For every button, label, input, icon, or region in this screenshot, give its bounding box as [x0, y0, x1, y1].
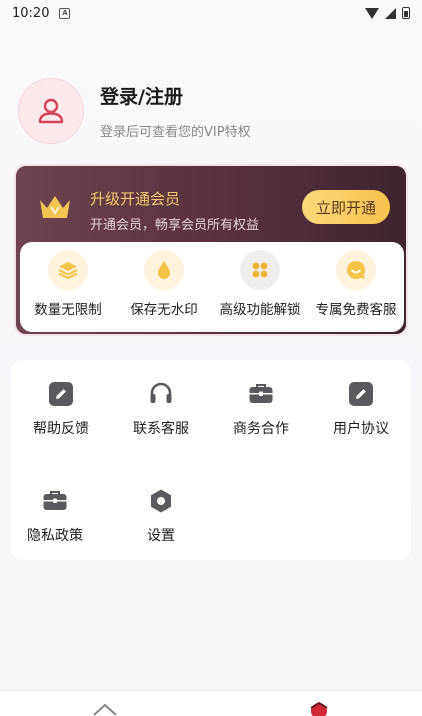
bottom-nav	[0, 690, 422, 716]
smile-chat-icon	[347, 261, 366, 279]
avatar[interactable]	[18, 78, 84, 144]
business-cooperation-item[interactable]: 商务合作	[211, 380, 311, 438]
perk-unlimited: 数量无限制	[24, 250, 112, 332]
briefcase-icon	[249, 384, 273, 403]
service-label: 联系客服	[133, 421, 189, 437]
service-label: 用户协议	[333, 421, 389, 437]
service-label: 商务合作	[233, 421, 289, 437]
status-icons	[365, 7, 410, 19]
perk-support: 专属免费客服	[312, 250, 400, 332]
settings-icon	[151, 489, 171, 513]
status-bar: 10:20 A	[0, 0, 422, 26]
profile-icon	[310, 701, 328, 716]
perk-label: 数量无限制	[34, 302, 102, 318]
login-register-title[interactable]: 登录/注册	[100, 82, 251, 109]
login-hint: 登录后可查看您的VIP特权	[100, 125, 251, 140]
service-label: 隐私政策	[27, 528, 83, 544]
perk-label: 专属免费客服	[315, 302, 397, 318]
service-label: 设置	[147, 528, 175, 544]
user-agreement-item[interactable]: 用户协议	[311, 380, 411, 438]
notification-icon: A	[59, 7, 71, 19]
privacy-policy-item[interactable]: 隐私政策	[5, 487, 105, 545]
user-icon	[38, 98, 64, 124]
contact-support-item[interactable]: 联系客服	[111, 380, 211, 438]
edit-icon	[49, 382, 73, 406]
battery-icon	[402, 7, 410, 19]
profile-header[interactable]: 登录/注册 登录后可查看您的VIP特权	[18, 78, 251, 144]
edit-icon	[349, 382, 373, 406]
services-panel: 帮助反馈 联系客服 商务合作 用户协议 隐私政策 设置	[11, 360, 411, 560]
nav-mine[interactable]	[306, 699, 332, 716]
perk-label: 高级功能解锁	[219, 302, 301, 318]
vip-card: 升级开通会员 开通会员，畅享会员所有权益 立即开通 数量无限制 保存无水印 高级…	[14, 164, 408, 336]
nav-home[interactable]	[92, 701, 118, 716]
vip-title: 升级开通会员	[90, 190, 181, 208]
wifi-icon	[365, 7, 379, 19]
vip-perks: 数量无限制 保存无水印 高级功能解锁 专属免费客服	[20, 242, 404, 332]
headset-icon	[150, 382, 172, 403]
drop-icon	[158, 261, 170, 279]
perk-no-watermark: 保存无水印	[120, 250, 208, 332]
status-time: 10:20	[12, 5, 50, 21]
settings-item[interactable]: 设置	[111, 487, 211, 545]
grid-icon	[252, 262, 268, 278]
home-icon	[93, 703, 117, 716]
open-vip-button[interactable]: 立即开通	[302, 190, 390, 224]
crown-icon	[40, 196, 70, 218]
vip-subtitle: 开通会员，畅享会员所有权益	[90, 218, 260, 233]
perk-advanced: 高级功能解锁	[216, 250, 304, 332]
service-label: 帮助反馈	[33, 421, 89, 437]
help-feedback-item[interactable]: 帮助反馈	[11, 380, 111, 438]
briefcase-icon	[43, 491, 67, 510]
signal-icon	[385, 7, 396, 19]
perk-label: 保存无水印	[130, 302, 198, 318]
layers-icon	[58, 262, 78, 280]
